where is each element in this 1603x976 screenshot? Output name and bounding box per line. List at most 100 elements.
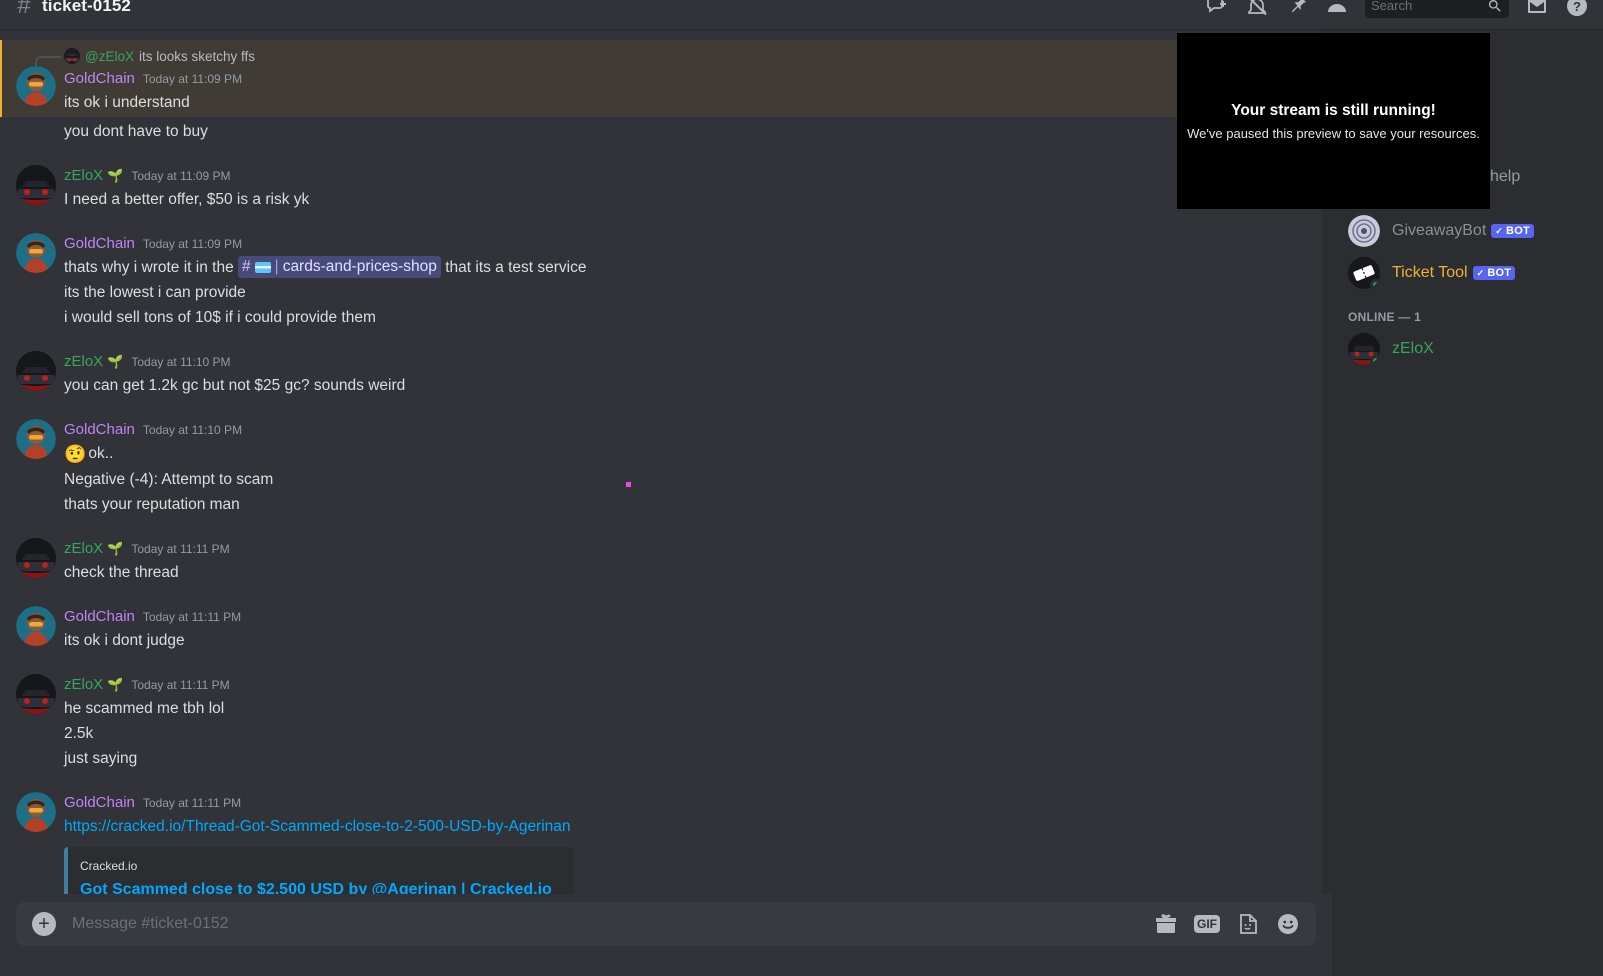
input-actions: GIF <box>1154 912 1316 936</box>
message-header: zEloX 🌱 Today at 11:09 PM <box>0 165 1284 187</box>
member-row-tickettool[interactable]: Ticket Tool ✓ BOT <box>1340 252 1595 294</box>
channel-mention-link[interactable]: # | cards-and-prices-shop <box>238 256 441 278</box>
message-header: zEloX 🌱 Today at 11:11 PM <box>0 538 1284 560</box>
message-group: zEloX 🌱 Today at 11:09 PM I need a bette… <box>0 163 1332 214</box>
message-author[interactable]: GoldChain <box>64 606 135 628</box>
message-text: its ok i understand <box>64 94 190 111</box>
avatar[interactable] <box>16 165 56 205</box>
message-header: zEloX 🌱 Today at 11:10 PM <box>0 351 1284 373</box>
gift-icon[interactable] <box>1154 912 1178 936</box>
channel-title: ticket-0152 <box>42 0 131 15</box>
message-group: GoldChain Today at 11:11 PM https://crac… <box>0 790 1332 894</box>
discord-window: # ticket-0152 Search ? @zEloX its looks … <box>0 0 1603 976</box>
member-name: GiveawayBot <box>1392 222 1487 239</box>
avatar <box>64 48 80 64</box>
message-text: its ok i dont judge <box>64 632 185 649</box>
message-input-box[interactable]: + Message #ticket-0152 GIF <box>16 902 1316 946</box>
avatar[interactable] <box>16 351 56 391</box>
message-input-bar: + Message #ticket-0152 GIF <box>0 894 1332 976</box>
inbox-icon[interactable] <box>1525 0 1549 18</box>
cursor-artifact <box>626 482 631 487</box>
message-author[interactable]: zEloX <box>64 674 103 696</box>
link-embed[interactable]: Cracked.io Got Scammed close to $2,500 U… <box>64 847 574 894</box>
message-text: you can get 1.2k gc but not $25 gc? soun… <box>64 377 406 394</box>
message-group: zEloX 🌱 Today at 11:11 PM he scammed me … <box>0 672 1332 773</box>
avatar[interactable] <box>16 419 56 459</box>
avatar[interactable] <box>16 66 56 106</box>
member-row-giveawaybot[interactable]: GiveawayBot ✓ BOT <box>1340 210 1595 252</box>
message-input-placeholder[interactable]: Message #ticket-0152 <box>72 915 229 933</box>
message-author[interactable]: zEloX <box>64 538 103 560</box>
message-text: you dont have to buy <box>64 123 208 140</box>
message-group: zEloX 🌱 Today at 11:11 PM check the thre… <box>0 536 1332 587</box>
message-author[interactable]: GoldChain <box>64 792 135 814</box>
message-author[interactable]: GoldChain <box>64 68 135 90</box>
help-icon[interactable]: ? <box>1565 0 1589 18</box>
message-header: zEloX 🌱 Today at 11:11 PM <box>0 674 1284 696</box>
member-list-icon[interactable] <box>1325 0 1349 18</box>
avatar[interactable] <box>16 792 56 832</box>
message-author[interactable]: zEloX <box>64 165 103 187</box>
notification-muted-icon[interactable] <box>1245 0 1269 18</box>
avatar <box>1348 215 1380 247</box>
message-header: GoldChain Today at 11:10 PM <box>0 419 1284 441</box>
message-group: @zEloX its looks sketchy ffs GoldChain T… <box>0 40 1332 117</box>
message-list: @zEloX its looks sketchy ffs GoldChain T… <box>0 22 1332 894</box>
message-text: its the lowest i can provide <box>64 284 246 301</box>
verified-check-icon: ✓ <box>1476 267 1485 278</box>
message-group: GoldChain Today at 11:09 PM thats why i … <box>0 231 1332 332</box>
sprout-badge-icon: 🌱 <box>107 354 124 369</box>
message-timestamp: Today at 11:09 PM <box>131 169 231 183</box>
raised-eyebrow-emoji: 🤨 <box>64 444 87 464</box>
sprout-badge-icon: 🌱 <box>107 541 124 556</box>
message-link-line: https://cracked.io/Thread-Got-Scammed-cl… <box>0 814 1284 839</box>
stream-overlay-subtitle: We've paused this preview to save your r… <box>1187 125 1480 141</box>
svg-text:?: ? <box>1573 0 1581 14</box>
message-timestamp: Today at 11:10 PM <box>131 355 231 369</box>
create-thread-icon[interactable] <box>1205 0 1229 18</box>
message-author[interactable]: GoldChain <box>64 233 135 255</box>
member-name: zEloX <box>1392 340 1434 357</box>
reply-reference[interactable]: @zEloX its looks sketchy ffs <box>0 44 1284 68</box>
emoji-icon[interactable] <box>1276 912 1300 936</box>
stream-paused-overlay: Your stream is still running! We've paus… <box>1177 33 1490 209</box>
message-author[interactable]: GoldChain <box>64 419 135 441</box>
avatar[interactable] <box>16 674 56 714</box>
search-input[interactable]: Search <box>1365 0 1509 18</box>
search-icon <box>1487 0 1503 14</box>
message-text: Negative (-4): Attempt to scam <box>64 471 274 488</box>
avatar[interactable] <box>16 606 56 646</box>
status-online-indicator <box>1370 355 1380 365</box>
avatar[interactable] <box>16 233 56 273</box>
message-text: i would sell tons of 10$ if i could prov… <box>64 309 376 326</box>
message-text: check the thread <box>64 564 179 581</box>
message-text: thats your reputation man <box>64 496 240 513</box>
upload-attachment-icon[interactable]: + <box>32 912 56 936</box>
message-text: ok.. <box>88 445 114 462</box>
avatar[interactable] <box>16 538 56 578</box>
pinned-messages-icon[interactable] <box>1285 0 1309 18</box>
message-text: just saying <box>64 750 138 767</box>
embed-title[interactable]: Got Scammed close to $2,500 USD by @Ager… <box>80 881 558 894</box>
status-online-indicator <box>1370 279 1380 289</box>
channel-mention-name: cards-and-prices-shop <box>282 258 437 275</box>
message-header: GoldChain Today at 11:11 PM <box>0 792 1284 814</box>
member-group-header-online: ONLINE — 1 <box>1348 310 1422 324</box>
sprout-badge-icon: 🌱 <box>107 168 124 183</box>
message-link[interactable]: https://cracked.io/Thread-Got-Scammed-cl… <box>64 818 571 835</box>
help-text-partial: help <box>1490 168 1521 185</box>
member-row-zelox[interactable]: zEloX <box>1340 328 1595 370</box>
text-after: that its a test service <box>440 259 587 276</box>
reply-text: its looks sketchy ffs <box>138 48 256 64</box>
hash-icon: # <box>242 258 251 275</box>
reply-author: @zEloX <box>85 48 134 64</box>
message-timestamp: Today at 11:11 PM <box>131 678 230 692</box>
bot-label: BOT <box>1506 225 1530 237</box>
bot-label: BOT <box>1487 267 1512 279</box>
gif-icon[interactable]: GIF <box>1194 915 1220 933</box>
message-text-with-emoji: 🤨 ok.. <box>0 441 1284 467</box>
message-author[interactable]: zEloX <box>64 351 103 373</box>
message-timestamp: Today at 11:09 PM <box>142 237 243 251</box>
search-placeholder: Search <box>1371 0 1413 13</box>
sticker-icon[interactable] <box>1236 912 1260 936</box>
